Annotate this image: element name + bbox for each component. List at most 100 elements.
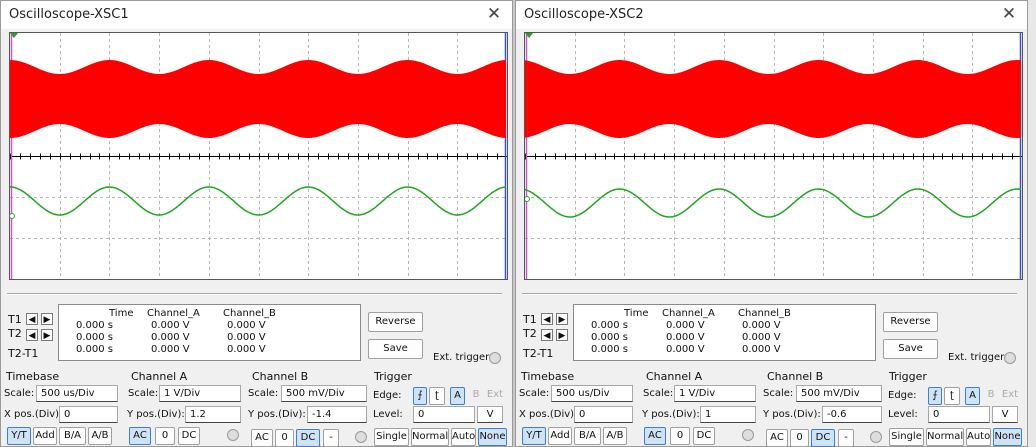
t1-right-arrow-icon[interactable]: ▶	[556, 313, 568, 325]
trigger-mode-normal-button[interactable]: Normal	[926, 428, 964, 446]
trigger-title: Trigger	[374, 370, 412, 383]
readout-cell: 0.000 s	[591, 320, 629, 331]
trigger-mode-auto-button[interactable]: Auto	[451, 428, 476, 446]
channel-a-ypos-label: Y pos.(Div):	[127, 409, 185, 420]
falling-edge-icon[interactable]: ʈ	[944, 387, 960, 405]
channel-b-coupling-dc-button[interactable]: DC	[296, 429, 320, 447]
channel-b-title: Channel B	[252, 370, 309, 383]
window-title: Oscilloscope-XSC2	[524, 7, 644, 22]
close-icon[interactable]: ✕	[484, 4, 504, 24]
x-pos-label: X pos.(Div):	[519, 409, 578, 420]
save-button[interactable]: Save	[883, 339, 938, 359]
trigger-mode-single-button[interactable]: Single	[374, 428, 409, 446]
scope-screen	[524, 32, 1023, 280]
t1-right-arrow-icon[interactable]: ▶	[41, 313, 53, 325]
timebase-mode-add-button[interactable]: Add	[33, 427, 57, 445]
readout-cell: 0.000 V	[666, 332, 705, 343]
separator	[522, 293, 1017, 295]
t1-left-arrow-icon[interactable]: ◀	[541, 313, 553, 325]
channel-a-ypos-field[interactable]: 1	[700, 406, 756, 423]
channel-a-trace	[10, 60, 506, 138]
readout-cell: 0.000 V	[227, 344, 266, 355]
channel-a-ypos-field[interactable]: 1.2	[185, 406, 241, 423]
x-pos-field[interactable]: 0	[59, 406, 118, 423]
channel-b-trace	[525, 188, 1022, 218]
timebase-mode-y-t-button[interactable]: Y/T	[7, 427, 31, 445]
readout-cell: 0.000 V	[151, 320, 190, 331]
timebase-mode-b-a-button[interactable]: B/A	[574, 427, 601, 445]
timebase-mode-a-b-button[interactable]: A/B	[88, 427, 112, 445]
scope-display	[10, 33, 507, 279]
channel-b-marker	[10, 213, 15, 219]
readout-header: Channel_A	[662, 308, 715, 319]
falling-edge-icon[interactable]: ʈ	[429, 387, 445, 405]
timebase-mode-add-button[interactable]: Add	[548, 427, 572, 445]
channel-b-coupling-dc-button[interactable]: DC	[811, 429, 835, 447]
rising-edge-icon[interactable]: ⨍	[413, 387, 427, 405]
timebase-scale-label: Scale:	[4, 388, 35, 399]
channel-b-scale-field[interactable]: 500 mV/Div	[796, 385, 882, 402]
readout-cell: 0.000 V	[666, 344, 705, 355]
channel-a-ypos-label: Y pos.(Div):	[642, 409, 700, 420]
window-title: Oscilloscope-XSC1	[9, 7, 129, 22]
channel-a-coupling-zero-button[interactable]: 0	[155, 427, 175, 445]
cursor-t1-label: T1	[8, 313, 22, 326]
ext-trigger-radio[interactable]	[1004, 352, 1016, 364]
channel-b-coupling-zero-button[interactable]: 0	[275, 429, 294, 447]
timebase-mode-y-t-button[interactable]: Y/T	[522, 427, 546, 445]
ext-trigger-radio[interactable]	[489, 352, 501, 364]
background-strip	[1028, 0, 1036, 447]
timebase-scale-field[interactable]: 500 us/Div	[551, 385, 633, 402]
trigger-mode-single-button[interactable]: Single	[889, 428, 924, 446]
t2-right-arrow-icon[interactable]: ▶	[556, 329, 568, 341]
separator	[7, 293, 502, 295]
trigger-source-b-button[interactable]: B	[984, 387, 998, 405]
reverse-button[interactable]: Reverse	[368, 312, 423, 332]
ext-trigger-label: Ext. trigger	[948, 352, 1005, 363]
channel-b-scale-field[interactable]: 500 mV/Div	[281, 385, 367, 402]
t2-left-arrow-icon[interactable]: ◀	[541, 329, 553, 341]
trigger-level-field[interactable]: 0	[928, 406, 990, 423]
trigger-mode-auto-button[interactable]: Auto	[966, 428, 991, 446]
channel-b-coupling-ac-button[interactable]: AC	[766, 429, 788, 447]
timebase-mode-b-a-button[interactable]: B/A	[59, 427, 86, 445]
channel-b-ypos-field[interactable]: -0.6	[822, 406, 882, 423]
trigger-source-ext-button[interactable]: Ext	[1000, 387, 1020, 405]
oscilloscope-window-xsc2: Oscilloscope-XSC2 ✕ T1 T2 T2-T1 ◀ ▶ ◀ ▶ Time Chann…	[515, 0, 1028, 447]
scope-screen	[9, 32, 508, 280]
channel-b-coupling-ac-button[interactable]: AC	[251, 429, 273, 447]
trigger-source-a-button[interactable]: A	[450, 387, 465, 405]
close-icon[interactable]: ✕	[999, 4, 1019, 24]
readout-cell: 0.000 V	[666, 320, 705, 331]
trigger-mode-none-button[interactable]: None	[993, 428, 1022, 446]
channel-a-coupling-dc-button[interactable]: DC	[693, 427, 715, 445]
reverse-button[interactable]: Reverse	[883, 312, 938, 332]
timebase-scale-field[interactable]: 500 us/Div	[36, 385, 118, 402]
channel-b-title: Channel B	[767, 370, 824, 383]
channel-b-coupling-invert-button[interactable]: -	[838, 429, 854, 447]
trigger-source-b-button[interactable]: B	[469, 387, 483, 405]
channel-a-coupling-dc-button[interactable]: DC	[178, 427, 200, 445]
t2-left-arrow-icon[interactable]: ◀	[26, 329, 38, 341]
channel-a-scale-field[interactable]: 1 V/Div	[159, 385, 241, 402]
t1-left-arrow-icon[interactable]: ◀	[26, 313, 38, 325]
channel-b-ypos-field[interactable]: -1.4	[307, 406, 367, 423]
timebase-mode-a-b-button[interactable]: A/B	[603, 427, 627, 445]
x-pos-field[interactable]: 0	[574, 406, 633, 423]
channel-a-coupling-zero-button[interactable]: 0	[670, 427, 690, 445]
trigger-mode-normal-button[interactable]: Normal	[411, 428, 449, 446]
trigger-source-a-button[interactable]: A	[965, 387, 980, 405]
t2-right-arrow-icon[interactable]: ▶	[41, 329, 53, 341]
save-button[interactable]: Save	[368, 339, 423, 359]
channel-b-coupling-invert-button[interactable]: -	[323, 429, 339, 447]
channel-a-coupling-ac-button[interactable]: AC	[129, 427, 151, 445]
trigger-source-ext-button[interactable]: Ext	[485, 387, 505, 405]
trigger-mode-none-button[interactable]: None	[478, 428, 507, 446]
cursor-t1-label: T1	[523, 313, 537, 326]
channel-b-coupling-zero-button[interactable]: 0	[790, 429, 809, 447]
trigger-level-field[interactable]: 0	[413, 406, 475, 423]
channel-a-coupling-ac-button[interactable]: AC	[644, 427, 666, 445]
channel-a-scale-field[interactable]: 1 V/Div	[674, 385, 756, 402]
rising-edge-icon[interactable]: ⨍	[928, 387, 942, 405]
title-bar: Oscilloscope-XSC1 ✕	[1, 1, 512, 29]
